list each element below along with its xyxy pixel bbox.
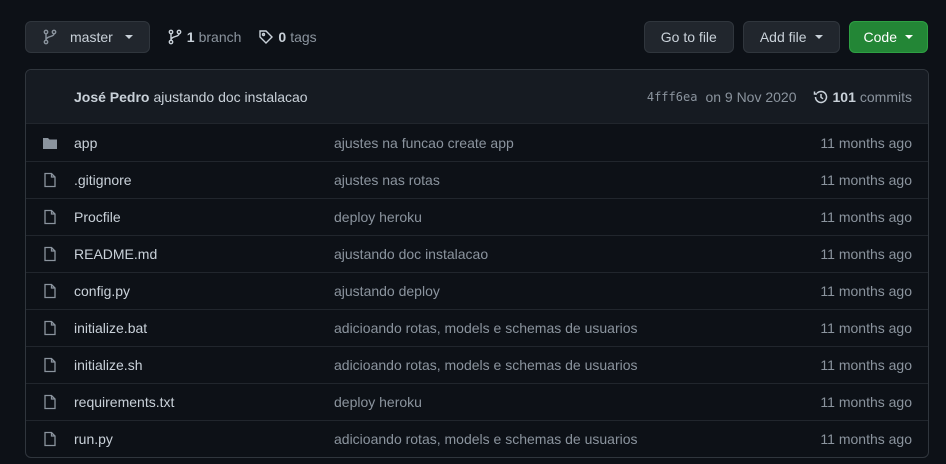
chevron-down-icon [124,35,133,39]
file-row: run.py adicioando rotas, models e schema… [26,420,928,457]
file-row: Procfile deploy heroku 11 months ago [26,198,928,235]
file-age: 11 months ago [820,134,912,151]
file-name[interactable]: initialize.sh [74,357,334,373]
file-row: config.py ajustando deploy 11 months ago [26,272,928,309]
file-icon [42,172,58,188]
file-age: 11 months ago [820,320,912,336]
file-icon [42,431,58,447]
file-row: app ajustes na funcao create app 11 mont… [26,124,928,161]
file-age: 11 months ago [820,394,912,410]
file-row: .gitignore ajustes nas rotas 11 months a… [26,161,928,198]
file-commit-message[interactable]: adicioando rotas, models e schemas de us… [334,320,820,336]
code-label: Code [863,29,897,45]
file-commit-message[interactable]: ajustes na funcao create app [334,135,820,151]
file-icon [42,320,58,336]
file-name[interactable]: .gitignore [74,172,334,188]
file-row: requirements.txt deploy heroku 11 months… [26,383,928,420]
tag-label: tags [290,29,317,45]
file-age: 11 months ago [820,172,912,188]
file-commit-message[interactable]: ajustes nas rotas [334,172,820,188]
branch-name: master [70,29,113,45]
commit-author[interactable]: José Pedro [74,89,149,105]
branch-selector[interactable]: master [25,21,150,53]
file-commit-message[interactable]: deploy heroku [334,394,820,410]
file-commit-message[interactable]: deploy heroku [334,209,820,225]
file-age: 11 months ago [820,246,912,262]
file-commit-message[interactable]: adicioando rotas, models e schemas de us… [334,357,820,373]
file-name[interactable]: Procfile [74,209,334,225]
go-to-file-button[interactable]: Go to file [643,21,734,53]
commit-message[interactable]: ajustando doc instalacao [153,89,307,105]
branch-icon [43,29,57,45]
latest-commit: José Pedro ajustando doc instalacao 4fff… [26,70,928,124]
file-name[interactable]: app [74,135,334,151]
commit-count: 101 [832,88,856,105]
file-age: 11 months ago [820,431,912,447]
file-row: initialize.sh adicioando rotas, models e… [26,346,928,383]
commits-link[interactable]: 101 commits [813,89,912,105]
chevron-down-icon [814,35,823,39]
code-button[interactable]: Code [848,21,928,53]
add-file-label: Add file [759,29,807,45]
file-name[interactable]: README.md [74,246,334,262]
tag-icon [259,30,274,44]
tags-link[interactable]: 0 tags [258,29,317,45]
file-list: José Pedro ajustando doc instalacao 4fff… [25,69,929,458]
branches-link[interactable]: 1 branch [167,29,242,45]
file-name[interactable]: run.py [74,431,334,447]
file-age: 11 months ago [820,209,912,225]
file-row: README.md ajustando doc instalacao 11 mo… [26,235,928,272]
file-name[interactable]: initialize.bat [74,320,334,336]
add-file-button[interactable]: Add file [742,21,840,53]
file-commit-message[interactable]: adicioando rotas, models e schemas de us… [334,431,820,447]
file-commit-message[interactable]: ajustando deploy [334,283,820,299]
folder-icon [42,135,58,151]
file-icon [42,394,58,410]
commit-date: on 9 Nov 2020 [705,88,797,105]
tag-count: 0 [278,29,287,45]
commit-sha[interactable]: 4fff6ea [647,90,698,104]
file-icon [42,209,58,225]
history-icon [813,90,827,103]
branch-label: branch [198,29,242,45]
file-commit-message[interactable]: ajustando doc instalacao [334,246,820,262]
chevron-down-icon [905,35,913,39]
file-row: initialize.bat adicioando rotas, models … [26,309,928,346]
file-age: 11 months ago [820,283,912,299]
branch-count: 1 [186,29,195,45]
file-name[interactable]: config.py [74,283,334,299]
file-name[interactable]: requirements.txt [74,394,334,410]
repo-toolbar: master 1 branch 0 tags Go to file Add file… [25,21,928,53]
file-icon [42,246,58,262]
file-age: 11 months ago [820,357,912,373]
file-icon [42,283,58,299]
commit-label: commits [859,88,912,105]
file-icon [42,357,58,373]
branch-icon [168,29,182,45]
